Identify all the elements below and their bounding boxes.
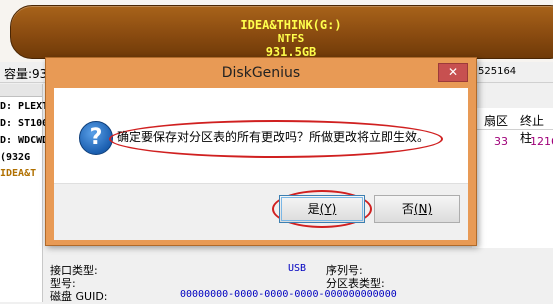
partition-block[interactable]: IDEA&THINK(G:) NTFS 931.5GB	[10, 5, 553, 59]
interface-type-value: USB	[288, 263, 307, 274]
capacity-right-value: 525164	[478, 66, 517, 77]
yes-button[interactable]: 是(Y)	[279, 195, 365, 223]
partition-filesystem: NTFS	[277, 32, 305, 45]
yes-button-hotkey: (Y)	[319, 202, 337, 216]
no-button-hotkey: (N)	[413, 202, 433, 216]
capacity-label: 容量:93	[4, 67, 48, 81]
column-header-sector[interactable]: 扇区	[484, 112, 508, 129]
disk-guid-value: 00000000-0000-0000-0000-000000000000	[180, 289, 397, 300]
no-button-label: 否	[401, 202, 414, 216]
no-button[interactable]: 否(N)	[374, 195, 460, 223]
yes-button-label: 是	[307, 202, 320, 216]
partition-label: IDEA&THINK(G:)	[240, 18, 342, 32]
table-cell-sector: 33	[494, 135, 508, 148]
tree-item-selected[interactable]: IDEA&T	[0, 168, 36, 179]
tree-item[interactable]: D: PLEXT	[0, 101, 48, 112]
tree-item[interactable]: D: WDCWD	[0, 135, 48, 146]
close-icon[interactable]: ✕	[438, 63, 468, 82]
dialog-message: 确定要保存对分区表的所有更改吗？所做更改将立即生效。	[117, 130, 430, 144]
dialog-title: DiskGenius	[221, 65, 301, 81]
tree-item[interactable]: (932G	[0, 152, 30, 163]
disk-tree-panel	[0, 84, 43, 302]
dialog-body: ? 确定要保存对分区表的所有更改吗？所做更改将立即生效。 是(Y) 否(N)	[54, 88, 468, 240]
disk-tree-header	[0, 84, 42, 97]
table-cell-end-cylinder: 1216	[530, 135, 553, 148]
table-header-divider	[472, 129, 553, 130]
tree-item[interactable]: D: ST100	[0, 118, 48, 129]
question-icon: ?	[79, 121, 113, 155]
confirm-dialog: DiskGenius ✕ ? 确定要保存对分区表的所有更改吗？所做更改将立即生效…	[45, 57, 477, 246]
